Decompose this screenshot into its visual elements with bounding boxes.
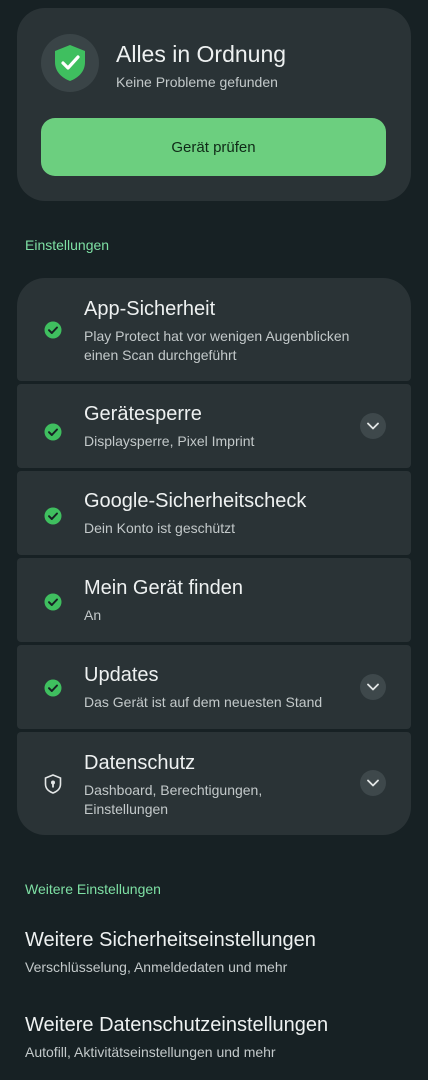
item-title: Datenschutz xyxy=(84,752,196,774)
privacy-shield-icon xyxy=(44,774,62,794)
more-item-title: Weitere Sicherheitseinstellungen xyxy=(25,929,316,951)
check-circle-icon xyxy=(44,321,62,339)
item-title: Mein Gerät finden xyxy=(84,577,243,599)
settings-list: App-Sicherheit Play Protect hat vor weni… xyxy=(17,278,411,835)
item-title: Gerätesperre xyxy=(84,403,202,425)
item-title: Google-Sicherheitscheck xyxy=(84,490,307,512)
settings-item-screen-lock[interactable]: Gerätesperre Displaysperre, Pixel Imprin… xyxy=(17,384,411,468)
check-circle-icon xyxy=(44,593,62,611)
chevron-down-icon[interactable] xyxy=(360,413,386,439)
settings-item-google-security-checkup[interactable]: Google-Sicherheitscheck Dein Konto ist g… xyxy=(17,471,411,555)
item-subtitle: Dein Konto ist geschützt xyxy=(84,520,235,536)
settings-item-updates[interactable]: Updates Das Gerät ist auf dem neuesten S… xyxy=(17,645,411,729)
item-subtitle: Dashboard, Berechtigungen, Einstellungen xyxy=(84,782,263,817)
item-title: Updates xyxy=(84,664,159,686)
item-subtitle: Displaysperre, Pixel Imprint xyxy=(84,433,255,449)
more-item-subtitle: Verschlüsselung, Anmeldedaten und mehr xyxy=(25,959,288,975)
settings-item-app-security[interactable]: App-Sicherheit Play Protect hat vor weni… xyxy=(17,278,411,381)
check-device-button[interactable]: Gerät prüfen xyxy=(41,118,386,176)
settings-item-privacy[interactable]: Datenschutz Dashboard, Berechtigungen, E… xyxy=(17,732,411,835)
item-title: App-Sicherheit xyxy=(84,298,216,320)
check-circle-icon xyxy=(44,507,62,525)
more-settings-heading: Weitere Einstellungen xyxy=(25,881,161,897)
item-subtitle: Das Gerät ist auf dem neuesten Stand xyxy=(84,694,323,710)
more-item-subtitle: Autofill, Aktivitätseinstellungen und me… xyxy=(25,1044,276,1060)
item-subtitle: An xyxy=(84,607,102,623)
status-subtitle: Keine Probleme gefunden xyxy=(116,74,278,90)
more-item-title: Weitere Datenschutzeinstellungen xyxy=(25,1014,329,1036)
item-subtitle: Play Protect hat vor wenigen Augenblicke… xyxy=(84,328,350,363)
check-circle-icon xyxy=(44,423,62,441)
check-circle-icon xyxy=(44,679,62,697)
chevron-down-icon[interactable] xyxy=(360,770,386,796)
status-card: Alles in Ordnung Keine Probleme gefunden… xyxy=(17,8,411,201)
shield-check-icon xyxy=(41,34,99,92)
settings-item-find-my-device[interactable]: Mein Gerät finden An xyxy=(17,558,411,642)
settings-heading: Einstellungen xyxy=(25,237,110,253)
chevron-down-icon[interactable] xyxy=(360,674,386,700)
status-title: Alles in Ordnung xyxy=(116,41,287,67)
